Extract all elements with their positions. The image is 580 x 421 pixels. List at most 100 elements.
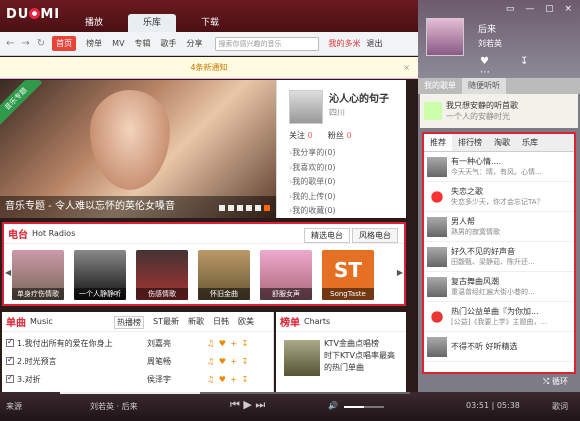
selected-playlist[interactable]: 我只想安静的听首歌 一个人的安静时光 bbox=[420, 94, 578, 128]
close-icon[interactable]: × bbox=[403, 57, 410, 79]
song-title[interactable]: 1.我付出所有的爱在你身上 bbox=[17, 338, 147, 349]
pager-dot[interactable] bbox=[219, 205, 225, 211]
pager-dot[interactable] bbox=[228, 205, 234, 211]
notice-text[interactable]: 4条新通知 bbox=[190, 63, 227, 72]
seek-bar[interactable] bbox=[60, 392, 410, 394]
list-item[interactable]: 男人帮 熟男的寂寞情歌 bbox=[424, 212, 574, 242]
list-item[interactable]: 好久不见的好声音 田馥甄、梁静茹、陈升还... bbox=[424, 242, 574, 272]
next-arrow-icon[interactable]: ▶ bbox=[397, 268, 403, 277]
selected-sub: 一个人的安静时光 bbox=[446, 112, 510, 121]
avatar[interactable] bbox=[289, 90, 323, 124]
tab-hot[interactable]: 热播榜 bbox=[114, 316, 144, 329]
prev-arrow-icon[interactable]: ◀ bbox=[5, 268, 11, 277]
radio-item[interactable]: 一个人静静听 bbox=[74, 250, 126, 300]
playback-controls[interactable]: ⏮ ▶ ⏭ bbox=[230, 398, 265, 412]
tab-jpkr[interactable]: 日韩 bbox=[213, 316, 229, 329]
song-artist[interactable]: 刘嘉亮 bbox=[147, 338, 207, 349]
tab-ranking[interactable]: 排行榜 bbox=[452, 134, 488, 151]
radio-item[interactable]: ST SongTaste bbox=[322, 250, 374, 300]
tab-random-listen[interactable]: 随便听听 bbox=[462, 78, 506, 94]
pager-dot[interactable] bbox=[255, 205, 261, 211]
list-item[interactable]: 失恋之歌 失恋多少天，你才会忘记TA？ bbox=[424, 182, 574, 212]
fans-count[interactable]: 0 bbox=[346, 131, 351, 140]
volume-slider[interactable] bbox=[344, 406, 384, 408]
logout-link[interactable]: 退出 bbox=[367, 38, 383, 49]
pager-dot[interactable] bbox=[246, 205, 252, 211]
item-title: 失恋之歌 bbox=[451, 186, 483, 196]
tab-my-playlist[interactable]: 我的歌单 bbox=[418, 78, 462, 94]
tab-style-radio[interactable]: 风格电台 bbox=[352, 228, 398, 243]
source-label[interactable]: 来源 bbox=[6, 401, 22, 412]
pager-dot[interactable] bbox=[237, 205, 243, 211]
nav-home[interactable]: 首页 bbox=[52, 36, 77, 51]
profile-link[interactable]: 我的歌单(0) bbox=[289, 177, 336, 186]
profile-link[interactable]: 我分享的(0) bbox=[289, 148, 336, 157]
list-item[interactable]: 复古舞曲风潮 重温曾经红遍大街小巷的... bbox=[424, 272, 574, 302]
window-controls[interactable]: ▭ — ▢ × bbox=[506, 4, 576, 14]
table-row[interactable]: 2.时光预言 周笔畅 ♫ ♥ + ↧ bbox=[6, 354, 270, 368]
song-artist[interactable]: 侯泽宇 bbox=[147, 374, 207, 385]
row-actions[interactable]: ♫ ♥ + ↧ bbox=[207, 375, 249, 384]
nav-albums[interactable]: 专辑 bbox=[135, 38, 151, 49]
item-title: 好久不见的好声音 bbox=[451, 246, 515, 256]
radio-item[interactable]: 怀旧金曲 bbox=[198, 250, 250, 300]
forward-button[interactable]: → bbox=[21, 38, 29, 49]
profile-name[interactable]: 沁人心的句子 bbox=[329, 90, 389, 105]
tab-library-box[interactable]: 乐库 bbox=[516, 134, 544, 151]
song-title[interactable]: 2.时光预言 bbox=[17, 356, 147, 367]
tab-play[interactable]: 播放 bbox=[70, 14, 118, 32]
current-artist[interactable]: 刘若英 bbox=[478, 38, 502, 49]
tab-featured-radio[interactable]: 精选电台 bbox=[304, 228, 350, 243]
row-checkbox[interactable] bbox=[6, 355, 14, 365]
nav-share[interactable]: 分享 bbox=[187, 38, 203, 49]
nav-singers[interactable]: 歌手 bbox=[161, 38, 177, 49]
tab-recommend[interactable]: 推荐 bbox=[424, 134, 452, 151]
profile-link[interactable]: 我喜欢的(0) bbox=[289, 163, 336, 172]
profile-link[interactable]: 我的收藏(0) bbox=[289, 206, 336, 215]
tab-library[interactable]: 乐库 bbox=[128, 14, 176, 32]
refresh-button[interactable]: ↻ bbox=[37, 38, 45, 49]
tab-western[interactable]: 欧美 bbox=[238, 316, 254, 329]
album-cover[interactable] bbox=[426, 18, 464, 56]
radio-list: 单身疗伤情歌 一个人静静听 伤感情歌 怀旧金曲 舒服女声 ST SongTaste bbox=[12, 250, 374, 300]
search-input[interactable]: 搜索你感兴趣的音乐 bbox=[214, 36, 319, 51]
nav-charts[interactable]: 榜单 bbox=[86, 38, 102, 49]
item-thumb bbox=[427, 246, 447, 267]
item-thumb bbox=[427, 156, 447, 177]
featured-banner[interactable]: 音乐专题 音乐专题 - 令人难以忘怀的英伦女嗓音 bbox=[0, 80, 276, 218]
table-row[interactable]: 3.对折 侯泽宇 ♫ ♥ + ↧ bbox=[6, 372, 270, 386]
follow-count[interactable]: 0 bbox=[308, 131, 313, 140]
chart-name[interactable]: KTV金曲点唱榜 bbox=[324, 338, 395, 350]
song-actions[interactable]: ♥ ↧ ⋯ bbox=[480, 56, 580, 78]
row-checkbox[interactable] bbox=[6, 373, 14, 383]
radio-item[interactable]: 单身疗伤情歌 bbox=[12, 250, 64, 300]
list-item[interactable]: 有一种心情.... 今天天气：晴，有风。心情... bbox=[424, 152, 574, 182]
my-page-link[interactable]: 我的多米 bbox=[329, 38, 361, 49]
loop-mode-button[interactable]: ⤭ 循环 bbox=[418, 376, 580, 390]
row-actions[interactable]: ♫ ♥ + ↧ bbox=[207, 339, 249, 348]
profile-link[interactable]: 我的上传(0) bbox=[289, 192, 336, 201]
chart-description[interactable]: KTV金曲点唱榜 时下KTV点唱率最高 的热门单曲 bbox=[324, 338, 395, 374]
tab-st-new[interactable]: ST最新 bbox=[153, 316, 179, 329]
radio-item[interactable]: 伤感情歌 bbox=[136, 250, 188, 300]
list-item[interactable]: 热门公益单曲『为你加... [公益]《我要上学》主题曲，... bbox=[424, 302, 574, 332]
row-actions[interactable]: ♫ ♥ + ↧ bbox=[207, 357, 249, 366]
pager-dot-active[interactable] bbox=[264, 205, 270, 211]
song-title[interactable]: 3.对折 bbox=[17, 374, 147, 385]
back-button[interactable]: ← bbox=[6, 38, 14, 49]
lyrics-button[interactable]: 歌词 bbox=[552, 401, 568, 412]
row-checkbox[interactable] bbox=[6, 337, 14, 347]
chart-desc-line: 时下KTV点唱率最高 bbox=[324, 351, 395, 360]
song-artist[interactable]: 周笔畅 bbox=[147, 356, 207, 367]
app-window: DU MI 播放 乐库 下载 ← → ↻ 首页 榜单 MV 专辑 歌手 分享 搜索… bbox=[0, 0, 580, 421]
tab-taoge[interactable]: 淘歌 bbox=[488, 134, 516, 151]
tab-new[interactable]: 新歌 bbox=[188, 316, 204, 329]
single-section: 单曲 Music 热播榜 ST最新 新歌 日韩 欧美 1.我付出所有的爱在你身上… bbox=[2, 312, 274, 394]
list-item[interactable]: 不得不听 好听精选 bbox=[424, 332, 574, 362]
volume-icon[interactable]: 🔊 bbox=[328, 401, 338, 410]
table-row[interactable]: 1.我付出所有的爱在你身上 刘嘉亮 ♫ ♥ + ↧ bbox=[6, 336, 270, 350]
nav-mv[interactable]: MV bbox=[112, 39, 124, 48]
tab-download[interactable]: 下载 bbox=[186, 14, 234, 32]
chart-cover[interactable] bbox=[284, 340, 320, 376]
radio-item[interactable]: 舒服女声 bbox=[260, 250, 312, 300]
